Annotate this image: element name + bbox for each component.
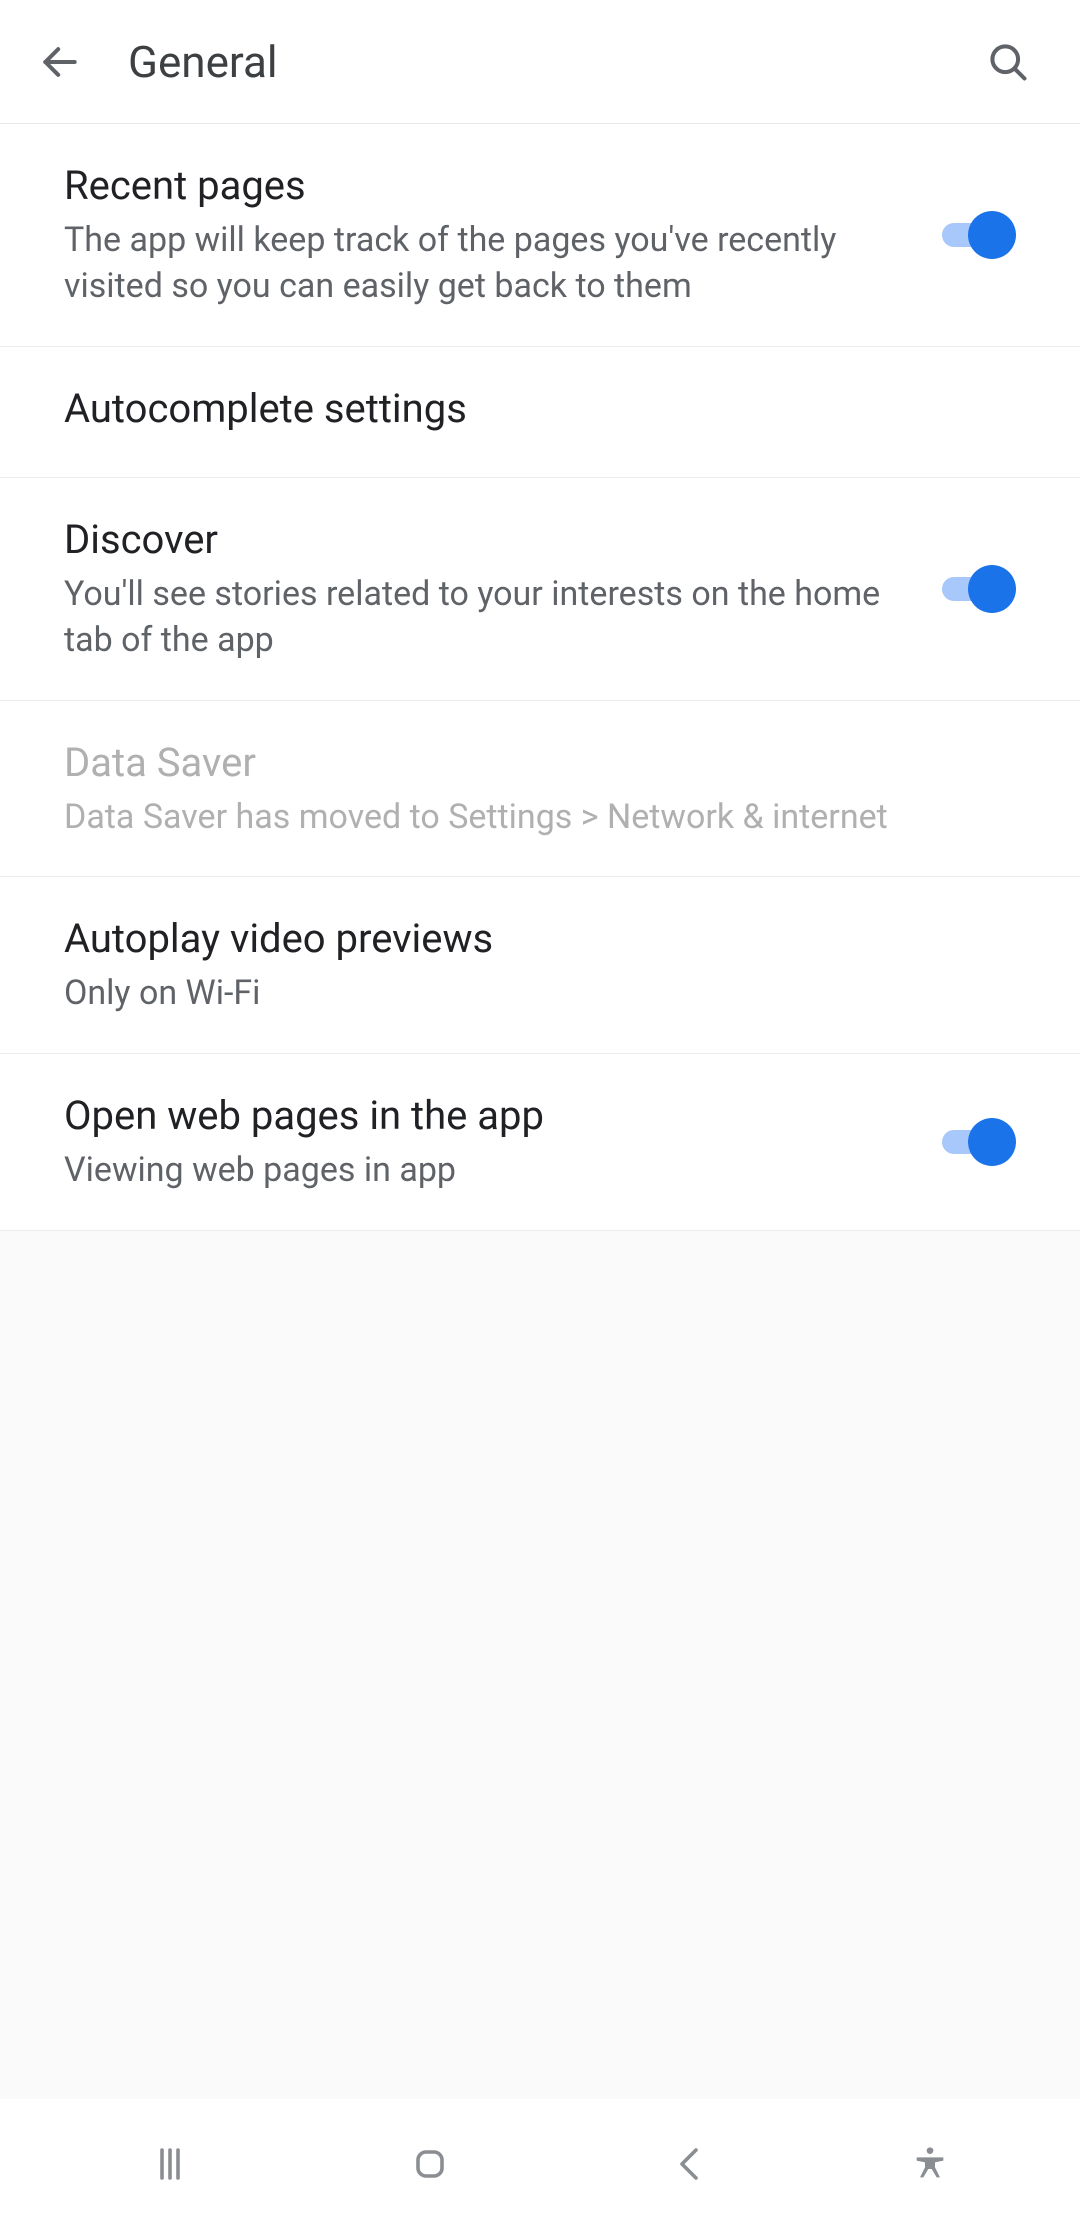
setting-autoplay-video[interactable]: Autoplay video previews Only on Wi-Fi xyxy=(0,877,1080,1054)
setting-text: Autocomplete settings xyxy=(64,383,1016,441)
setting-text: Discover You'll see stories related to y… xyxy=(64,514,936,664)
setting-autocomplete[interactable]: Autocomplete settings xyxy=(0,347,1080,478)
page-title: General xyxy=(128,36,972,88)
discover-toggle[interactable] xyxy=(936,565,1016,613)
setting-text: Open web pages in the app Viewing web pa… xyxy=(64,1090,936,1194)
toggle-thumb xyxy=(968,565,1016,613)
setting-title: Autocomplete settings xyxy=(64,383,984,435)
home-icon xyxy=(406,2140,454,2188)
toggle-thumb xyxy=(968,1118,1016,1166)
setting-subtitle: Data Saver has moved to Settings > Netwo… xyxy=(64,795,984,841)
setting-data-saver: Data Saver Data Saver has moved to Setti… xyxy=(0,701,1080,878)
nav-accessibility-button[interactable] xyxy=(890,2124,970,2204)
setting-discover[interactable]: Discover You'll see stories related to y… xyxy=(0,478,1080,701)
setting-title: Open web pages in the app xyxy=(64,1090,904,1142)
setting-subtitle: Only on Wi-Fi xyxy=(64,971,984,1017)
setting-text: Recent pages The app will keep track of … xyxy=(64,160,936,310)
setting-subtitle: Viewing web pages in app xyxy=(64,1148,904,1194)
system-nav-bar xyxy=(0,2099,1080,2229)
setting-title: Autoplay video previews xyxy=(64,913,984,965)
back-button[interactable] xyxy=(24,26,96,98)
accessibility-icon xyxy=(910,2144,950,2184)
setting-subtitle: You'll see stories related to your inter… xyxy=(64,572,904,664)
nav-recents-button[interactable] xyxy=(110,2124,230,2204)
nav-back-button[interactable] xyxy=(630,2124,750,2204)
arrow-left-icon xyxy=(38,40,82,84)
setting-text: Autoplay video previews Only on Wi-Fi xyxy=(64,913,1016,1017)
setting-recent-pages[interactable]: Recent pages The app will keep track of … xyxy=(0,124,1080,347)
toggle-thumb xyxy=(968,211,1016,259)
recents-icon xyxy=(146,2140,194,2188)
open-web-pages-toggle[interactable] xyxy=(936,1118,1016,1166)
settings-list: Recent pages The app will keep track of … xyxy=(0,124,1080,1231)
nav-home-button[interactable] xyxy=(370,2124,490,2204)
search-button[interactable] xyxy=(972,26,1044,98)
setting-text: Data Saver Data Saver has moved to Setti… xyxy=(64,737,1016,841)
setting-open-web-pages[interactable]: Open web pages in the app Viewing web pa… xyxy=(0,1054,1080,1231)
setting-title: Discover xyxy=(64,514,904,566)
app-bar: General xyxy=(0,0,1080,124)
search-icon xyxy=(986,40,1030,84)
recent-pages-toggle[interactable] xyxy=(936,211,1016,259)
chevron-left-icon xyxy=(666,2140,714,2188)
setting-title: Data Saver xyxy=(64,737,984,789)
setting-subtitle: The app will keep track of the pages you… xyxy=(64,218,904,310)
setting-title: Recent pages xyxy=(64,160,904,212)
